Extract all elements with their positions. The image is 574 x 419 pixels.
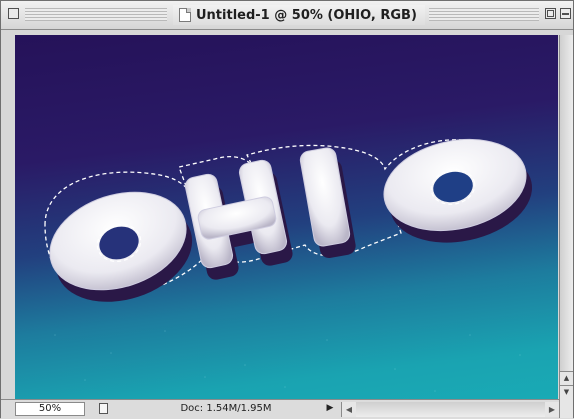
scroll-down-arrow-icon[interactable]: ▼ <box>560 385 573 399</box>
zoom-box-icon[interactable] <box>545 8 556 19</box>
horizontal-scrollbar[interactable]: ◀ ▶ <box>341 402 559 417</box>
collapse-box-icon[interactable] <box>560 8 571 19</box>
close-box-icon[interactable] <box>8 8 19 19</box>
window-title-text: Untitled-1 @ 50% (OHIO, RGB) <box>196 7 417 23</box>
document-window: Untitled-1 @ 50% (OHIO, RGB) ▲ ▼ 50% Doc… <box>0 0 574 419</box>
scroll-up-arrow-icon[interactable]: ▲ <box>560 371 573 385</box>
zoom-level-field[interactable]: 50% <box>15 402 85 416</box>
document-size: Doc: 1.54M/1.95M <box>180 403 272 414</box>
ohio-letters <box>49 138 527 291</box>
image-canvas[interactable] <box>15 35 558 399</box>
triangle-right-icon[interactable]: ▶ <box>323 402 337 416</box>
title-bar[interactable]: Untitled-1 @ 50% (OHIO, RGB) <box>1 1 573 30</box>
title-stripes-right <box>429 8 539 21</box>
window-title: Untitled-1 @ 50% (OHIO, RGB) <box>173 5 425 25</box>
ohio-artwork <box>44 138 533 392</box>
document-icon <box>179 8 191 22</box>
title-stripes-left <box>25 8 167 21</box>
resize-grip-icon[interactable] <box>559 399 573 418</box>
status-bar: 50% Doc: 1.54M/1.95M ▶ ◀ ▶ <box>1 399 573 419</box>
letter-i <box>299 147 351 247</box>
vertical-scrollbar[interactable]: ▲ ▼ <box>559 35 573 399</box>
scroll-right-arrow-icon[interactable]: ▶ <box>545 402 559 417</box>
file-info-icon[interactable] <box>99 403 108 414</box>
scroll-left-arrow-icon[interactable]: ◀ <box>342 402 356 417</box>
